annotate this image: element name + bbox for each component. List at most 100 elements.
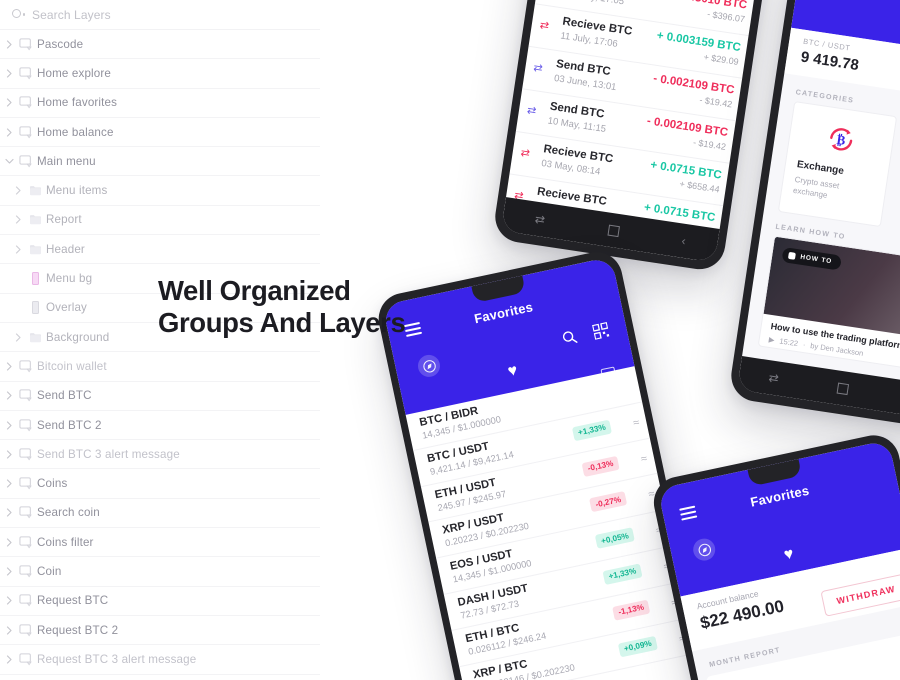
artboard-icon	[15, 477, 37, 490]
layer-label: Coins	[37, 477, 68, 491]
sparkline-icon: ≈	[632, 416, 640, 430]
folder-icon	[29, 186, 41, 196]
artboard-icon	[19, 506, 32, 519]
headline-line-1: Well Organized	[158, 275, 351, 306]
layer-row-coin[interactable]: Coin	[0, 557, 320, 587]
chevron-right-icon[interactable]	[4, 127, 15, 137]
square-icon[interactable]	[607, 224, 620, 237]
chevron-right-icon[interactable]	[13, 186, 24, 195]
withdraw-button[interactable]: WITHDRAW	[820, 573, 900, 617]
category-title: Exchange	[796, 159, 845, 177]
layer-row-request-btc-3-alert-message[interactable]: Request BTC 3 alert message	[0, 645, 320, 675]
layer-row-coins-filter[interactable]: Coins filter	[0, 528, 320, 558]
chevron-right-icon[interactable]	[4, 420, 15, 430]
change-badge: +0,05%	[594, 527, 635, 550]
layer-label: Menu items	[46, 184, 108, 198]
chevron-right-icon[interactable]	[4, 362, 15, 371]
search-input-placeholder[interactable]: Search Layers	[32, 8, 111, 22]
back-icon[interactable]: ‹	[681, 234, 687, 248]
artboard-icon	[19, 477, 32, 490]
swap-icon: ⇄	[538, 19, 550, 33]
layer-row-search-coin[interactable]: Search coin	[0, 499, 320, 529]
folder-icon	[24, 244, 46, 255]
chevron-right-icon[interactable]	[4, 69, 15, 78]
layer-label: Coins filter	[37, 535, 94, 549]
layer-row-report[interactable]: Report	[0, 206, 320, 236]
layer-label: Send BTC 2	[37, 418, 102, 432]
chevron-right-icon[interactable]	[4, 450, 15, 459]
android-navbar[interactable]: ⇄ ‹	[737, 356, 900, 420]
artboard-icon	[15, 565, 37, 578]
layer-row-home-balance[interactable]: Home balance	[0, 118, 320, 148]
chevron-right-icon[interactable]	[4, 567, 15, 576]
chevron-right-icon[interactable]	[4, 508, 15, 517]
headline-line-2: Groups And Layers	[158, 307, 406, 339]
chevron-right-icon[interactable]	[4, 98, 15, 107]
folder-icon	[24, 185, 46, 196]
chevron-right-icon[interactable]	[4, 596, 15, 605]
chevron-right-icon[interactable]	[4, 40, 15, 49]
square-icon[interactable]	[836, 381, 849, 395]
artboard-icon	[19, 37, 32, 50]
layer-label: Send BTC	[37, 389, 92, 403]
layer-row-header[interactable]: Header	[0, 235, 320, 265]
chevron-right-icon[interactable]	[4, 538, 15, 547]
chevron-right-icon[interactable]	[13, 245, 24, 254]
artboard-icon	[19, 594, 32, 607]
swap-icon[interactable]: ⇄	[768, 370, 780, 385]
layer-row-btc-address[interactable]: BTC Address	[0, 675, 320, 680]
chevron-right-icon[interactable]	[4, 479, 15, 488]
swap-icon: ⇄	[532, 61, 544, 76]
chevron-right-icon[interactable]	[13, 333, 24, 342]
transaction-usd: + $29.09	[702, 51, 740, 67]
layer-label: Home balance	[37, 125, 114, 139]
play-small-icon: ▶	[768, 334, 776, 345]
bitcoin-exchange-icon: ₿	[823, 121, 859, 157]
layer-row-send-btc[interactable]: Send BTC	[0, 382, 320, 411]
artboard-icon	[15, 389, 37, 402]
layer-row-menu-items[interactable]: Menu items	[0, 176, 320, 206]
chevron-right-icon[interactable]	[4, 625, 15, 635]
layer-row-coins[interactable]: Coins	[0, 469, 320, 499]
layer-label: Menu bg	[46, 272, 93, 286]
layer-row-main-menu[interactable]: Main menu	[0, 147, 320, 177]
transaction-amount: + 0.003159 BTC	[655, 29, 742, 55]
shape-pink-icon	[24, 272, 46, 286]
heart-icon[interactable]: ♥	[506, 362, 519, 381]
phone-favorites: Favorites ♥ BTC / BIDR 14,345 / $1.00000…	[373, 247, 715, 680]
layer-label: Request BTC	[37, 594, 109, 608]
layer-row-request-btc-2[interactable]: Request BTC 2	[0, 616, 320, 646]
layer-row-bitcoin-wallet[interactable]: Bitcoin wallet	[0, 352, 320, 382]
search-icon[interactable]	[561, 329, 579, 347]
qr-code-icon[interactable]	[592, 322, 610, 340]
swap-icon[interactable]: ⇄	[534, 212, 546, 227]
chevron-right-icon[interactable]	[13, 215, 24, 225]
category-card-exchange[interactable]: ₿ Exchange Crypto asset exchange	[777, 100, 898, 228]
phone-transactions: ⇄Send BTC11 July, 17:05- 0.043010 BTC- $…	[491, 0, 787, 273]
layer-label: Search coin	[37, 506, 100, 520]
video-card[interactable]: HOW TO How to use the trading platform ▶…	[757, 235, 900, 379]
layer-row-send-btc-3-alert-message[interactable]: Send BTC 3 alert message	[0, 440, 320, 470]
layer-row-home-explore[interactable]: Home explore	[0, 59, 320, 89]
chevron-right-icon[interactable]	[4, 391, 15, 400]
layer-row-request-btc[interactable]: Request BTC	[0, 587, 320, 616]
heart-icon[interactable]: ♥	[782, 545, 795, 564]
video-duration: 15:22	[778, 336, 799, 349]
donut-chart	[722, 670, 824, 680]
search-layers-row[interactable]: Search Layers	[0, 0, 320, 30]
chevron-right-icon[interactable]	[4, 655, 15, 664]
artboard-icon	[15, 594, 37, 607]
artboard-icon	[19, 448, 32, 461]
layer-row-pascode[interactable]: Pascode	[0, 30, 320, 60]
folder-icon	[29, 244, 41, 254]
artboard-icon	[19, 360, 32, 373]
transaction-usd: - $19.42	[692, 137, 727, 152]
layer-row-home-favorites[interactable]: Home favorites	[0, 89, 320, 118]
artboard-icon	[15, 125, 37, 139]
compass-icon[interactable]	[415, 352, 443, 379]
compass-icon[interactable]	[691, 536, 718, 563]
chevron-down-icon[interactable]	[4, 158, 15, 165]
layer-row-send-btc-2[interactable]: Send BTC 2	[0, 411, 320, 441]
shape-pink-icon	[31, 272, 39, 286]
transaction-amount: - 0.002109 BTC	[646, 115, 729, 140]
